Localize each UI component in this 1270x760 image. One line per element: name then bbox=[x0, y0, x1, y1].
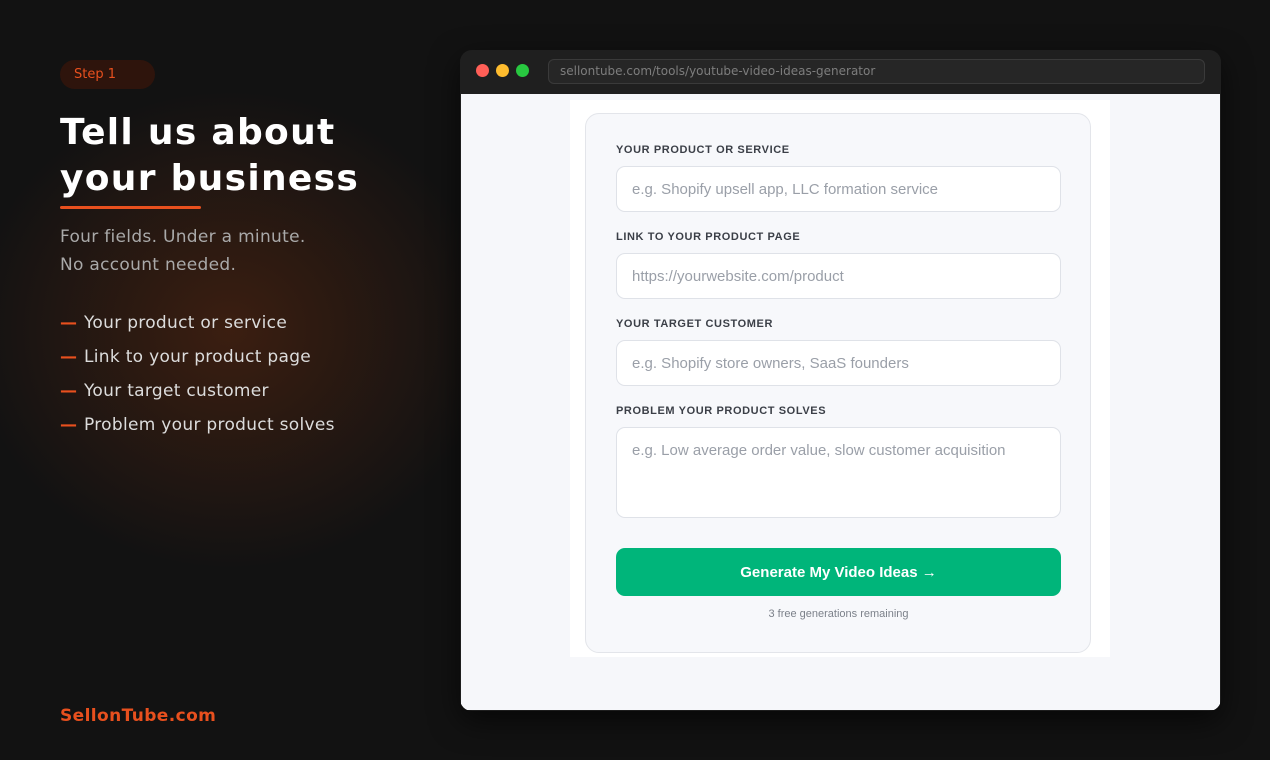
target-customer-input[interactable] bbox=[616, 340, 1061, 386]
browser-window: sellontube.com/tools/youtube-video-ideas… bbox=[460, 50, 1221, 711]
list-item-label: Link to your product page bbox=[84, 347, 312, 367]
page-column: YOUR PRODUCT OR SERVICE LINK TO YOUR PRO… bbox=[570, 100, 1110, 657]
product-input[interactable] bbox=[616, 166, 1061, 212]
step-badge: Step 1 bbox=[60, 60, 155, 89]
list-item: — Problem your product solves bbox=[60, 408, 335, 442]
remaining-generations-note: 3 free generations remaining bbox=[768, 608, 909, 620]
headline: Tell us about your business bbox=[60, 110, 359, 202]
subtext-line-2: No account needed. bbox=[60, 255, 237, 275]
video-ideas-form: YOUR PRODUCT OR SERVICE LINK TO YOUR PRO… bbox=[585, 113, 1091, 653]
headline-line-1: Tell us about bbox=[60, 112, 336, 153]
list-item-label: Your product or service bbox=[84, 313, 288, 333]
dash-marker: — bbox=[60, 313, 78, 333]
product-link-field-label: LINK TO YOUR PRODUCT PAGE bbox=[616, 231, 801, 243]
dash-marker: — bbox=[60, 381, 78, 401]
target-customer-field-label: YOUR TARGET CUSTOMER bbox=[616, 318, 774, 330]
generate-video-ideas-button[interactable]: Generate My Video Ideas → bbox=[616, 548, 1061, 596]
problem-field-label: PROBLEM YOUR PRODUCT SOLVES bbox=[616, 405, 827, 417]
dash-marker: — bbox=[60, 415, 78, 435]
headline-underline bbox=[60, 206, 201, 209]
field-list: — Your product or service — Link to your… bbox=[60, 306, 335, 442]
list-item: — Your product or service bbox=[60, 306, 335, 340]
list-item: — Your target customer bbox=[60, 374, 335, 408]
list-item-label: Your target customer bbox=[84, 381, 269, 401]
product-link-input[interactable] bbox=[616, 253, 1061, 299]
close-window-icon[interactable] bbox=[476, 64, 489, 77]
subtext-line-1: Four fields. Under a minute. bbox=[60, 227, 306, 247]
problem-textarea[interactable] bbox=[616, 427, 1061, 518]
minimize-window-icon[interactable] bbox=[496, 64, 509, 77]
browser-toolbar: sellontube.com/tools/youtube-video-ideas… bbox=[460, 50, 1221, 94]
list-item: — Link to your product page bbox=[60, 340, 335, 374]
subtext: Four fields. Under a minute. No account … bbox=[60, 223, 306, 279]
maximize-window-icon[interactable] bbox=[516, 64, 529, 77]
page-viewport: YOUR PRODUCT OR SERVICE LINK TO YOUR PRO… bbox=[461, 94, 1220, 710]
slide: Step 1 Tell us about your business Four … bbox=[0, 0, 1270, 760]
product-field-label: YOUR PRODUCT OR SERVICE bbox=[616, 144, 790, 156]
headline-line-2: your business bbox=[60, 158, 360, 199]
list-item-label: Problem your product solves bbox=[84, 415, 335, 435]
address-bar[interactable]: sellontube.com/tools/youtube-video-ideas… bbox=[548, 59, 1205, 84]
brand-logo-text: SellonTube.com bbox=[60, 706, 217, 726]
dash-marker: — bbox=[60, 347, 78, 367]
